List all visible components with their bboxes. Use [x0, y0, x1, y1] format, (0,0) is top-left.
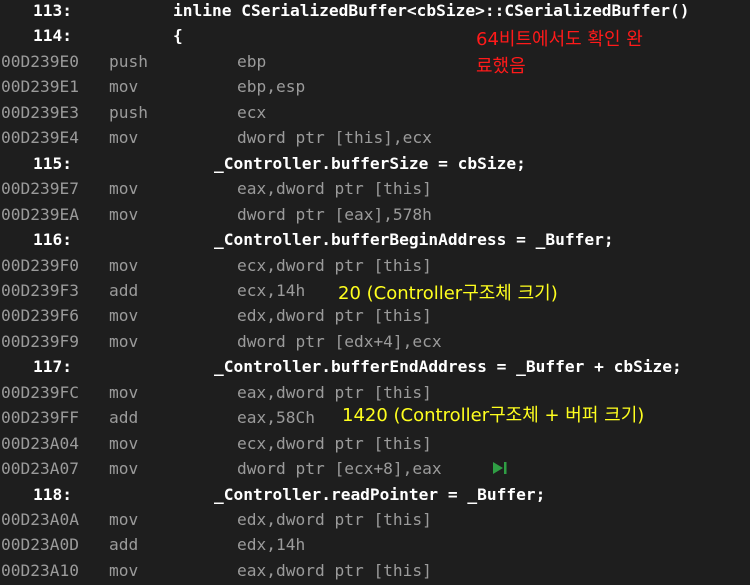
- instruction-address: 00D239E4: [1, 128, 79, 148]
- annotation-64bit-line1: 64비트에서도 확인 완: [476, 29, 643, 50]
- source-line[interactable]: 113: inline CSerializedBuffer<cbSize>::CS…: [0, 0, 750, 23]
- instruction-operands: edx,dword ptr [this]: [237, 510, 432, 529]
- asm-instruction[interactable]: 00D23A0D add edx,14h: [0, 532, 750, 557]
- instruction-address: 00D239E3: [1, 102, 79, 122]
- source-line[interactable]: 116: _Controller.bufferBeginAddress = _Bu…: [0, 227, 750, 252]
- instruction-mnemonic: mov: [109, 510, 139, 529]
- instruction-mnemonic: mov: [109, 179, 139, 199]
- instruction-mnemonic: mov: [109, 128, 139, 148]
- annotation-add-58ch: 1420 (Controller구조체 + 버퍼 크기): [342, 405, 645, 426]
- instruction-address: 00D239F9: [1, 331, 79, 351]
- source-code: {: [173, 26, 183, 46]
- asm-instruction[interactable]: 00D239E4 mov dword ptr [this],ecx: [0, 125, 750, 150]
- asm-instruction[interactable]: 00D23A0A mov edx,dword ptr [this]: [0, 507, 750, 532]
- instruction-address: 00D239FC: [1, 382, 79, 402]
- instruction-address: 00D23A0A: [1, 510, 79, 529]
- source-line[interactable]: 117: _Controller.bufferEndAddress = _Buff…: [0, 354, 750, 379]
- instruction-mnemonic: mov: [109, 255, 139, 275]
- instruction-address: 00D239E0: [1, 51, 79, 71]
- asm-instruction[interactable]: 00D239EA mov dword ptr [eax],578h: [0, 202, 750, 227]
- line-number: 118:: [33, 484, 72, 504]
- asm-instruction[interactable]: 00D23A07 mov dword ptr [ecx+8],eax: [0, 456, 750, 481]
- asm-instruction[interactable]: 00D239F9 mov dword ptr [edx+4],ecx: [0, 329, 750, 354]
- source-code: _Controller.bufferEndAddress = _Buffer +…: [214, 357, 682, 377]
- instruction-address: 00D239F0: [1, 255, 79, 275]
- instruction-operands: dword ptr [ecx+8],eax: [237, 459, 442, 479]
- line-number: 114:: [33, 26, 72, 46]
- source-code: inline CSerializedBuffer<cbSize>::CSeria…: [173, 1, 690, 20]
- instruction-address: 00D239EA: [1, 204, 79, 224]
- source-line[interactable]: 118: _Controller.readPointer = _Buffer;: [0, 482, 750, 507]
- asm-instruction[interactable]: 00D23A04 mov ecx,dword ptr [this]: [0, 431, 750, 456]
- instruction-address: 00D239E1: [1, 77, 79, 97]
- instruction-mnemonic: mov: [109, 560, 139, 580]
- run-to-click-icon[interactable]: [492, 461, 508, 475]
- instruction-operands: edx,14h: [237, 535, 306, 555]
- asm-instruction[interactable]: 00D239F0 mov ecx,dword ptr [this]: [0, 253, 750, 278]
- asm-instruction[interactable]: 00D239E1 mov ebp,esp: [0, 74, 750, 99]
- instruction-operands: ecx,14h: [237, 280, 306, 300]
- instruction-mnemonic: push: [109, 51, 148, 71]
- instruction-operands: eax,dword ptr [this]: [237, 560, 432, 580]
- asm-instruction[interactable]: 00D239E7 mov eax,dword ptr [this]: [0, 176, 750, 201]
- instruction-mnemonic: mov: [109, 382, 139, 402]
- source-code: _Controller.bufferSize = cbSize;: [214, 153, 526, 173]
- instruction-operands: ebp,esp: [237, 77, 306, 97]
- annotation-64bit-line2: 료했음: [476, 56, 526, 77]
- instruction-mnemonic: add: [109, 280, 139, 300]
- instruction-address: 00D23A10: [1, 560, 79, 580]
- line-number: 113:: [33, 1, 72, 20]
- instruction-operands: ecx: [237, 102, 267, 122]
- asm-instruction[interactable]: 00D23A10 mov eax,dword ptr [this]: [0, 558, 750, 583]
- instruction-mnemonic: mov: [109, 204, 139, 224]
- instruction-mnemonic: add: [109, 408, 139, 428]
- asm-instruction[interactable]: 00D239E3 push ecx: [0, 100, 750, 125]
- instruction-address: 00D239E7: [1, 179, 79, 199]
- instruction-operands: dword ptr [eax],578h: [237, 204, 432, 224]
- instruction-operands: ecx,dword ptr [this]: [237, 255, 432, 275]
- instruction-operands: ecx,dword ptr [this]: [237, 433, 432, 453]
- instruction-mnemonic: mov: [109, 331, 139, 351]
- instruction-mnemonic: mov: [109, 459, 139, 479]
- instruction-operands: dword ptr [this],ecx: [237, 128, 432, 148]
- instruction-mnemonic: mov: [109, 77, 139, 97]
- instruction-operands: eax,58Ch: [237, 408, 315, 428]
- instruction-address: 00D23A0D: [1, 535, 79, 555]
- asm-instruction[interactable]: 00D239F6 mov edx,dword ptr [this]: [0, 303, 750, 328]
- instruction-mnemonic: add: [109, 535, 139, 555]
- instruction-address: 00D239FF: [1, 408, 79, 428]
- line-number: 115:: [33, 153, 72, 173]
- instruction-mnemonic: mov: [109, 433, 139, 453]
- instruction-mnemonic: push: [109, 102, 148, 122]
- instruction-address: 00D239F6: [1, 306, 79, 326]
- source-code: _Controller.bufferBeginAddress = _Buffer…: [214, 230, 614, 250]
- annotation-add-14h: 20 (Controller구조체 크기): [338, 283, 558, 304]
- instruction-mnemonic: mov: [109, 306, 139, 326]
- instruction-operands: edx,dword ptr [this]: [237, 306, 432, 326]
- instruction-operands: eax,dword ptr [this]: [237, 382, 432, 402]
- instruction-operands: ebp: [237, 51, 267, 71]
- instruction-operands: dword ptr [edx+4],ecx: [237, 331, 442, 351]
- instruction-address: 00D23A04: [1, 433, 79, 453]
- line-number: 116:: [33, 230, 72, 250]
- instruction-address: 00D239F3: [1, 280, 79, 300]
- instruction-operands: eax,dword ptr [this]: [237, 179, 432, 199]
- asm-instruction[interactable]: 00D239FC mov eax,dword ptr [this]: [0, 380, 750, 405]
- source-line[interactable]: 115: _Controller.bufferSize = cbSize;: [0, 151, 750, 176]
- line-number: 117:: [33, 357, 72, 377]
- source-code: _Controller.readPointer = _Buffer;: [214, 484, 546, 504]
- instruction-address: 00D23A07: [1, 459, 79, 479]
